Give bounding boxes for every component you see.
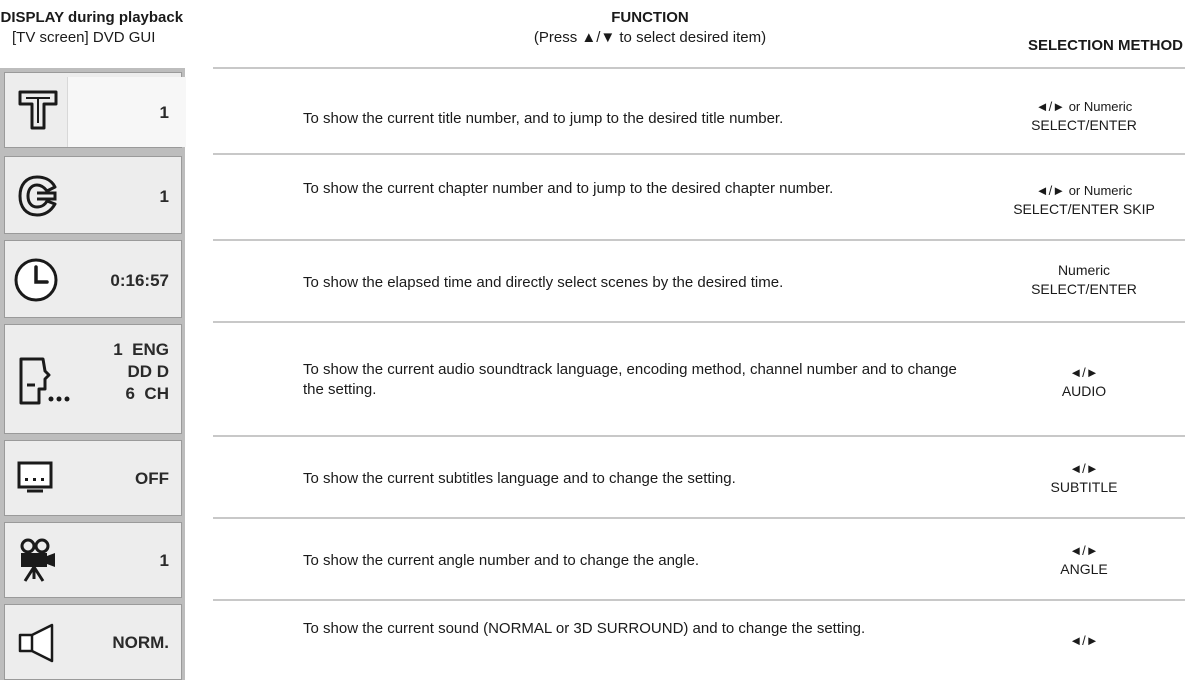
audio-encoding: DD D [127, 362, 169, 381]
selection-keys: Numeric [1057, 262, 1111, 278]
selection-method: ◄/► or Numeric SELECT/ENTER [983, 97, 1185, 135]
function-description: To show the current title number, and to… [303, 110, 784, 127]
function-description: To show the current chapter number and t… [303, 180, 834, 197]
table-row: To show the current subtitles language a… [213, 437, 1185, 519]
table-row: To show the current sound (NORMAL or 3D … [213, 601, 1185, 680]
audio-channels: 6 CH [125, 384, 169, 403]
gui-subtitle-tile[interactable]: OFF [4, 440, 182, 516]
angle-number: 1 [159, 551, 169, 570]
title-icon [18, 90, 58, 130]
gui-sound-tile[interactable]: NORM. [4, 604, 182, 680]
selection-buttons: SELECT/ENTER SKIP [1013, 201, 1155, 217]
selection-method: ◄/► ANGLE [983, 541, 1185, 579]
elapsed-time: 0:16:57 [110, 271, 169, 290]
selection-keys: ◄/► [1069, 365, 1099, 380]
dvd-gui-panel: 1 1 0:16:57 1 ENG DD D 6 CH OFF 1 NORM. [0, 68, 186, 680]
chapter-number: 1 [159, 187, 169, 206]
function-description: To show the current angle number and to … [303, 552, 700, 569]
function-column-subtitle: (Press ▲/▼ to select desired item) [533, 29, 767, 46]
subtitle-value: OFF [135, 469, 169, 488]
left-column-subtitle: [TV screen] DVD GUI [12, 29, 156, 46]
table-row: To show the current angle number and to … [213, 519, 1185, 601]
selection-method: ◄/► or Numeric SELECT/ENTER SKIP [983, 181, 1185, 219]
left-column-header: s DISPLAY during playback [TV screen] DV… [0, 8, 250, 52]
gui-audio-tile[interactable]: 1 ENG DD D 6 CH [4, 324, 182, 434]
selection-method: ◄/► SUBTITLE [983, 459, 1185, 497]
subtitle-icon [17, 461, 53, 493]
camera-angle-icon [20, 538, 55, 582]
selection-keys: ◄/► or Numeric [1035, 99, 1133, 114]
function-description: To show the current subtitles language a… [303, 470, 736, 487]
gui-angle-tile[interactable]: 1 [4, 522, 182, 598]
function-description: To show the elapsed time and directly se… [303, 274, 784, 291]
function-description: To show the current audio soundtrack lan… [303, 361, 957, 398]
title-number: 1 [159, 103, 169, 122]
selection-keys: ◄/► [1069, 461, 1099, 476]
left-column-title: s DISPLAY during playback [0, 9, 184, 26]
audio-speaking-head-icon [19, 357, 70, 405]
selection-buttons: SELECT/ENTER [1031, 281, 1137, 297]
table-row: To show the current audio soundtrack lan… [213, 323, 1185, 437]
selection-buttons: SELECT/ENTER [1031, 117, 1137, 133]
gui-time-tile[interactable]: 0:16:57 [4, 240, 182, 318]
chapter-icon [18, 175, 57, 217]
function-description: To show the current sound (NORMAL or 3D … [303, 620, 866, 637]
selection-method: ◄/► AUDIO [983, 363, 1185, 401]
selection-keys: ◄/► or Numeric [1035, 183, 1133, 198]
selection-keys: ◄/► [1069, 633, 1099, 648]
selection-keys: ◄/► [1069, 543, 1099, 558]
audio-info: 1 ENG DD D 6 CH [113, 339, 169, 405]
selection-method-header: SELECTION METHOD [1027, 37, 1183, 54]
sound-mode: NORM. [112, 633, 169, 652]
selection-buttons: AUDIO [1061, 383, 1107, 399]
selection-method: Numeric SELECT/ENTER [983, 261, 1185, 299]
selection-method: ◄/► [983, 631, 1185, 650]
audio-language: 1 ENG [113, 340, 169, 359]
gui-title-tile[interactable]: 1 [4, 72, 186, 148]
selection-buttons: SUBTITLE [1050, 479, 1118, 495]
table-row: To show the elapsed time and directly se… [213, 241, 1185, 323]
speaker-icon [18, 623, 54, 663]
table-row: To show the current chapter number and t… [213, 155, 1185, 241]
table-row: To show the current title number, and to… [213, 69, 1185, 155]
selection-buttons: ANGLE [1060, 561, 1108, 577]
clock-icon [14, 258, 58, 302]
function-column-title: FUNCTION [611, 9, 689, 26]
function-column-header: FUNCTION (Press ▲/▼ to select desired it… [480, 8, 820, 48]
gui-chapter-tile[interactable]: 1 [4, 156, 182, 234]
